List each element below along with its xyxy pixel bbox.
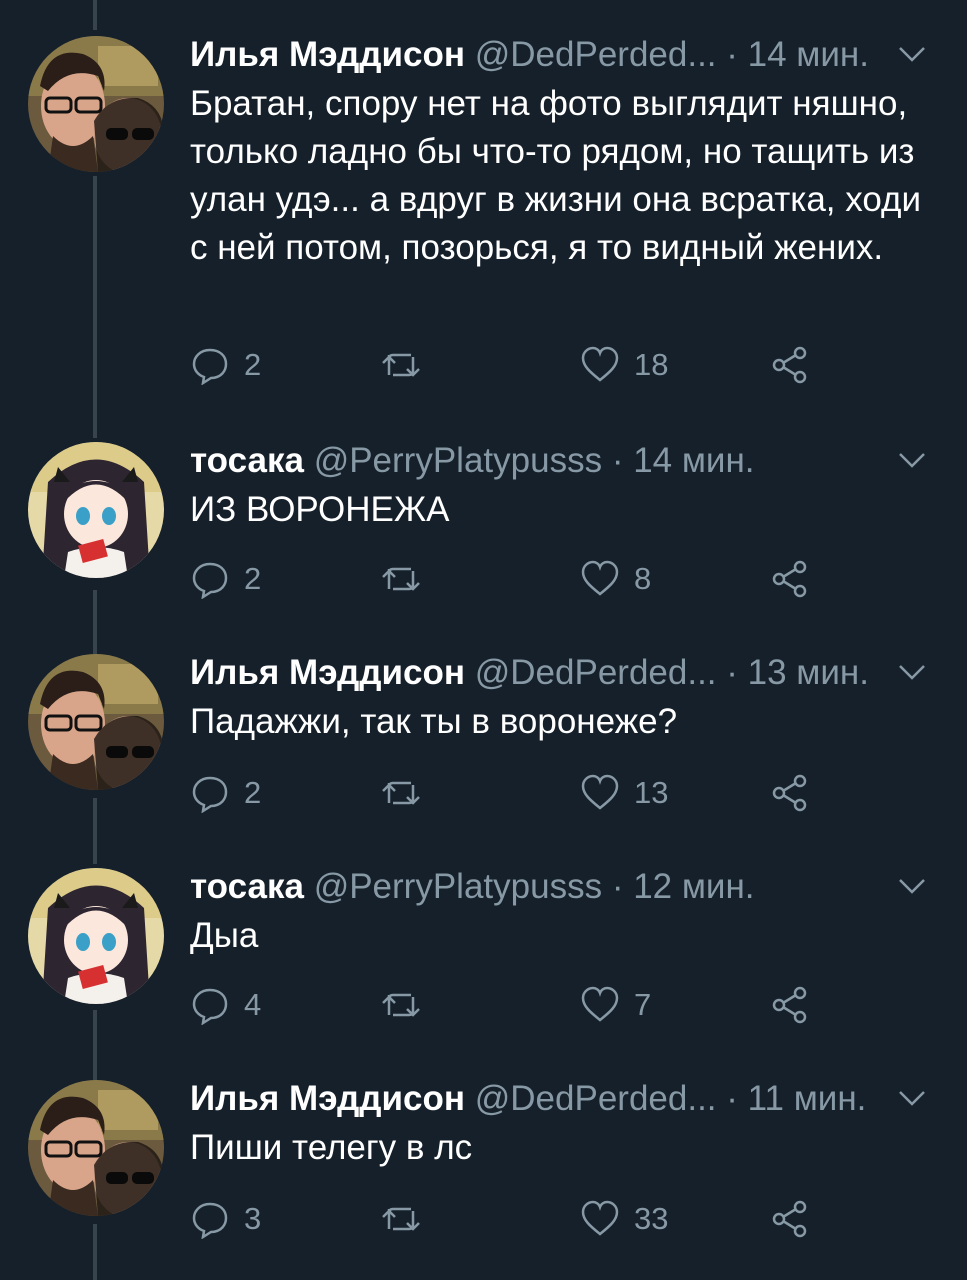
tweet[interactable]: тосака @PerryPlatypusss · 12 мин. Дыа 4 … bbox=[0, 862, 967, 1042]
share-icon bbox=[772, 986, 807, 1024]
author-handle[interactable]: @PerryPlatypusss bbox=[314, 441, 602, 480]
like-count: 18 bbox=[634, 347, 669, 382]
retweet-button[interactable] bbox=[380, 768, 420, 818]
author-handle[interactable]: @DedPerded... bbox=[475, 35, 717, 74]
tweet[interactable]: Илья Мэддисон @DedPerded... · 14 мин. Бр… bbox=[0, 30, 967, 410]
reply-icon bbox=[192, 348, 228, 385]
author-name[interactable]: тосака bbox=[190, 441, 304, 480]
tweet[interactable]: тосака @PerryPlatypusss · 14 мин. ИЗ ВОР… bbox=[0, 436, 967, 616]
reply-icon bbox=[192, 988, 228, 1025]
tweet-text: Братан, спору нет на фото выглядит няшно… bbox=[190, 84, 922, 267]
reply-icon bbox=[192, 562, 228, 599]
reply-count: 4 bbox=[244, 987, 262, 1022]
reply-count: 2 bbox=[244, 775, 262, 810]
reply-icon bbox=[192, 776, 228, 813]
tweet-actions: 2 13 bbox=[190, 768, 830, 818]
share-button[interactable] bbox=[770, 340, 810, 390]
tweet-text: Падажжи, так ты в воронеже? bbox=[190, 702, 678, 741]
timestamp[interactable]: · 11 мин. bbox=[726, 1079, 866, 1118]
retweet-button[interactable] bbox=[380, 340, 420, 390]
retweet-icon bbox=[382, 567, 420, 591]
author-name[interactable]: тосака bbox=[190, 867, 304, 906]
retweet-icon bbox=[382, 993, 420, 1017]
timestamp[interactable]: · 14 мин. bbox=[726, 35, 869, 74]
heart-icon bbox=[581, 774, 619, 810]
reply-button[interactable]: 2 bbox=[190, 554, 261, 604]
like-button[interactable]: 33 bbox=[580, 1194, 668, 1244]
tweet-text: Пиши телегу в лс bbox=[190, 1128, 473, 1167]
avatar[interactable] bbox=[28, 1080, 164, 1216]
like-count: 13 bbox=[634, 775, 669, 810]
heart-icon bbox=[581, 560, 619, 596]
like-button[interactable]: 7 bbox=[580, 980, 651, 1030]
share-icon bbox=[772, 774, 807, 812]
author-name[interactable]: Илья Мэддисон bbox=[190, 653, 465, 692]
tweet-header: Илья Мэддисон @DedPerded... · 13 мин. bbox=[190, 648, 927, 698]
tweet-actions: 2 18 bbox=[190, 340, 830, 390]
tweet-header: Илья Мэддисон @DedPerded... · 11 мин. bbox=[190, 1074, 927, 1124]
tweet-header: тосака @PerryPlatypusss · 14 мин. bbox=[190, 436, 927, 486]
like-button[interactable]: 18 bbox=[580, 340, 668, 390]
author-name[interactable]: Илья Мэддисон bbox=[190, 35, 465, 74]
tweet-text: ИЗ ВОРОНЕЖА bbox=[190, 490, 450, 529]
reply-count: 2 bbox=[244, 347, 262, 382]
timestamp[interactable]: · 13 мин. bbox=[726, 653, 869, 692]
tweet[interactable]: Илья Мэддисон @DedPerded... · 13 мин. Па… bbox=[0, 648, 967, 828]
tweet-actions: 2 8 bbox=[190, 554, 830, 604]
like-button[interactable]: 13 bbox=[580, 768, 668, 818]
author-handle[interactable]: @DedPerded... bbox=[475, 653, 717, 692]
reply-button[interactable]: 2 bbox=[190, 768, 261, 818]
retweet-button[interactable] bbox=[380, 980, 420, 1030]
reply-button[interactable]: 4 bbox=[190, 980, 261, 1030]
avatar[interactable] bbox=[28, 36, 164, 172]
like-count: 8 bbox=[634, 561, 652, 596]
share-button[interactable] bbox=[770, 554, 810, 604]
heart-icon bbox=[581, 1200, 619, 1236]
share-icon bbox=[772, 560, 807, 598]
retweet-button[interactable] bbox=[380, 1194, 420, 1244]
reply-count: 3 bbox=[244, 1201, 262, 1236]
retweet-button[interactable] bbox=[380, 554, 420, 604]
timestamp[interactable]: · 14 мин. bbox=[612, 441, 755, 480]
avatar[interactable] bbox=[28, 442, 164, 578]
author-handle[interactable]: @DedPerded... bbox=[475, 1079, 717, 1118]
tweet-actions: 3 33 bbox=[190, 1194, 830, 1244]
avatar[interactable] bbox=[28, 868, 164, 1004]
chevron-down-icon[interactable] bbox=[897, 660, 927, 684]
chevron-down-icon[interactable] bbox=[897, 874, 927, 898]
reply-icon bbox=[192, 1202, 228, 1239]
share-button[interactable] bbox=[770, 980, 810, 1030]
chevron-down-icon[interactable] bbox=[897, 448, 927, 472]
chevron-down-icon[interactable] bbox=[897, 1086, 927, 1110]
chevron-down-icon[interactable] bbox=[897, 42, 927, 66]
share-icon bbox=[772, 1200, 807, 1238]
retweet-icon bbox=[382, 781, 420, 805]
tweet-actions: 4 7 bbox=[190, 980, 830, 1030]
reply-button[interactable]: 2 bbox=[190, 340, 261, 390]
heart-icon bbox=[581, 986, 619, 1022]
tweet-text: Дыа bbox=[190, 916, 259, 955]
author-name[interactable]: Илья Мэддисон bbox=[190, 1079, 465, 1118]
reply-count: 2 bbox=[244, 561, 262, 596]
avatar[interactable] bbox=[28, 654, 164, 790]
tweet[interactable]: Илья Мэддисон @DedPerded... · 11 мин. Пи… bbox=[0, 1074, 967, 1254]
share-button[interactable] bbox=[770, 1194, 810, 1244]
retweet-icon bbox=[382, 353, 420, 377]
like-count: 33 bbox=[634, 1201, 669, 1236]
retweet-icon bbox=[382, 1207, 420, 1231]
share-icon bbox=[772, 346, 807, 384]
timestamp[interactable]: · 12 мин. bbox=[612, 867, 755, 906]
tweet-header: Илья Мэддисон @DedPerded... · 14 мин. bbox=[190, 30, 927, 80]
thread-line bbox=[93, 0, 97, 30]
tweet-header: тосака @PerryPlatypusss · 12 мин. bbox=[190, 862, 927, 912]
like-button[interactable]: 8 bbox=[580, 554, 651, 604]
heart-icon bbox=[581, 346, 619, 382]
reply-button[interactable]: 3 bbox=[190, 1194, 261, 1244]
share-button[interactable] bbox=[770, 768, 810, 818]
like-count: 7 bbox=[634, 987, 652, 1022]
author-handle[interactable]: @PerryPlatypusss bbox=[314, 867, 602, 906]
